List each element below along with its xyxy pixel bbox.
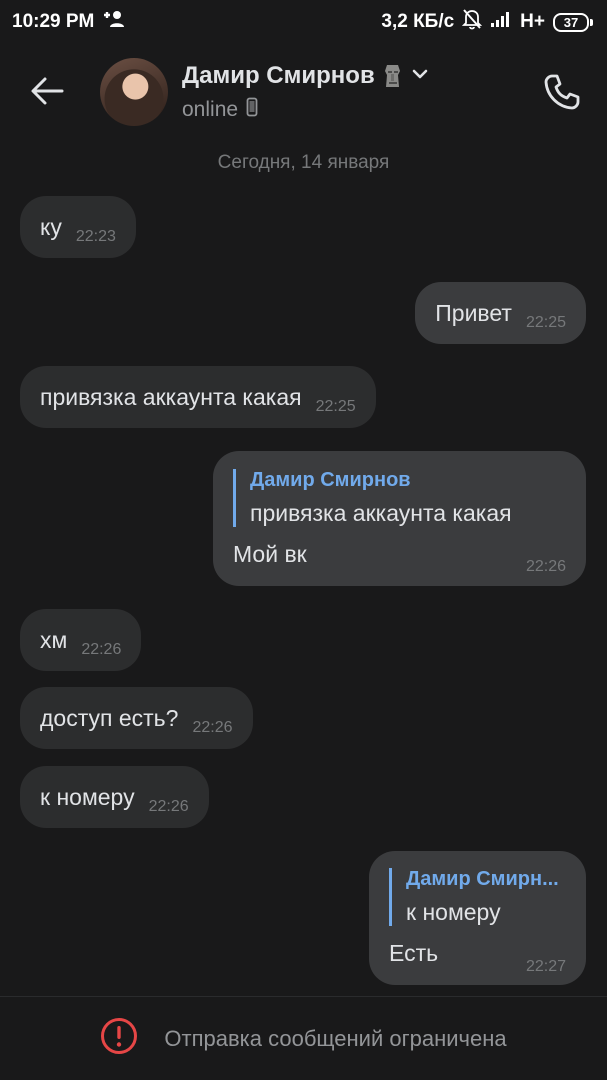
date-separator: Сегодня, 14 января: [217, 152, 390, 173]
message-outgoing-reply[interactable]: Дамир Смирнов привязка аккаунта какая Мо…: [213, 451, 586, 586]
message-time: 22:23: [75, 228, 116, 245]
battery-icon: 37: [553, 12, 593, 32]
status-bar: 10:29 PM 3,2 КБ/с H+ 37: [0, 0, 607, 44]
reply-quote[interactable]: Дамир Смирн... к номеру: [389, 868, 569, 926]
reply-author: Дамир Смирнов: [250, 469, 411, 491]
online-status: online: [182, 97, 258, 122]
message-outgoing[interactable]: Привет 22:25: [415, 282, 586, 344]
restriction-bar: Отправка сообщений ограничена: [0, 996, 607, 1080]
restriction-notice: Отправка сообщений ограничена: [164, 1025, 507, 1051]
online-text: online: [182, 97, 239, 121]
call-button[interactable]: [538, 68, 586, 116]
message-list[interactable]: Сегодня, 14 января ку 22:23 Привет 22:25…: [0, 144, 607, 996]
message-text: привязка аккаунта какая: [40, 383, 302, 410]
reply-author: Дамир Смирн...: [406, 868, 559, 890]
reply-text: к номеру: [406, 899, 501, 925]
reply-quote[interactable]: Дамир Смирнов привязка аккаунта какая: [233, 469, 570, 527]
message-time: 22:26: [525, 558, 566, 575]
message-time: 22:26: [81, 641, 122, 658]
bell-off-icon: [461, 8, 483, 36]
back-arrow-icon: [31, 77, 64, 105]
message-incoming[interactable]: привязка аккаунта какая 22:25: [20, 366, 376, 428]
network-type: H+: [520, 11, 545, 32]
message-outgoing-reply[interactable]: Дамир Смирн... к номеру Есть 22:27: [369, 851, 586, 985]
moai-emoji-icon: [383, 63, 403, 89]
message-text: доступ есть?: [40, 704, 179, 731]
message-incoming[interactable]: хм 22:26: [20, 609, 142, 671]
status-left: 10:29 PM: [12, 10, 126, 34]
status-right: 3,2 КБ/с H+ 37: [381, 8, 593, 36]
call-icon: [544, 74, 580, 110]
message-text: Привет: [435, 299, 512, 326]
status-time: 10:29 PM: [12, 11, 95, 32]
add-user-icon: [102, 10, 126, 34]
message-time: 22:26: [192, 719, 233, 736]
contact-title-button[interactable]: Дамир Смирнов: [182, 62, 429, 90]
message-time: 22:25: [525, 314, 566, 331]
battery-level: 37: [553, 12, 589, 32]
chevron-down-icon: [411, 67, 429, 85]
message-text: ку: [40, 213, 62, 240]
message-time: 22:27: [525, 958, 566, 975]
message-time: 22:25: [315, 398, 356, 415]
message-text: к номеру: [40, 783, 135, 810]
back-button[interactable]: [22, 69, 72, 113]
chat-header: Дамир Смирнов online: [0, 44, 607, 144]
message-incoming[interactable]: доступ есть? 22:26: [20, 687, 253, 749]
phone-device-icon: [246, 97, 258, 122]
warning-circle-icon: [100, 1017, 138, 1060]
message-incoming[interactable]: к номеру 22:26: [20, 766, 209, 828]
signal-icon: [490, 10, 512, 34]
message-text: Мой вк: [233, 541, 307, 567]
message-text: Есть: [389, 940, 439, 966]
message-incoming[interactable]: ку 22:23: [20, 196, 136, 258]
reply-text: привязка аккаунта какая: [250, 500, 512, 526]
contact-name: Дамир Смирнов: [182, 62, 375, 89]
avatar[interactable]: [100, 58, 168, 126]
network-speed: 3,2 КБ/с: [381, 11, 455, 32]
message-time: 22:26: [148, 798, 189, 815]
message-text: хм: [40, 626, 68, 653]
